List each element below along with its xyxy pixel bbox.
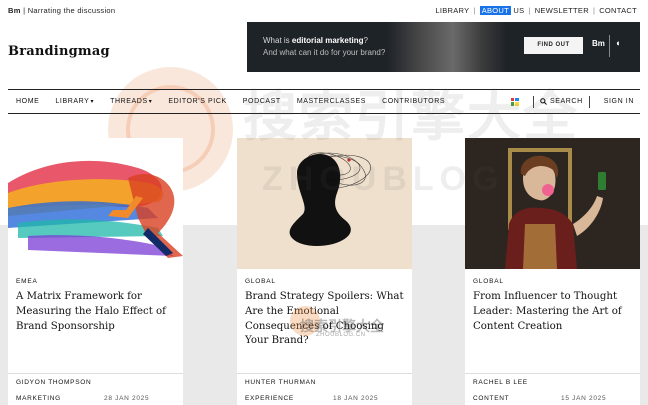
article-date: 18 JAN 2025 (333, 395, 379, 402)
article-title[interactable]: From Influencer to Thought Leader: Maste… (473, 290, 635, 334)
banner-headline: What is editorial marketing? (263, 36, 368, 45)
util-link-about-highlight: ABOUT (479, 6, 512, 15)
nav-editors-pick[interactable]: EDITOR'S PICK (160, 98, 234, 105)
article-meta: CONTENT 15 JAN 2025 (473, 395, 633, 402)
article-image (465, 138, 640, 269)
nav-home[interactable]: HOME (8, 98, 47, 105)
util-link-about[interactable]: ABOUT US (477, 6, 528, 15)
nav-threads[interactable]: THREADS ▾ (102, 98, 160, 105)
watermark-text: 搜索引擎大全 (243, 87, 579, 147)
article-author[interactable]: RACHEL B LEE (473, 379, 528, 386)
article-title[interactable]: A Matrix Framework for Measuring the Hal… (16, 290, 178, 334)
site-tagline: Bm | Narrating the discussion (8, 6, 115, 15)
banner-headline-prefix: What is (263, 36, 292, 45)
article-meta: MARKETING 28 JAN 2025 (16, 395, 176, 402)
nav-library[interactable]: LIBRARY ▾ (47, 98, 102, 105)
banner-headline-suffix: ? (363, 36, 368, 45)
article-category[interactable]: MARKETING (16, 395, 61, 402)
chevron-down-icon: ▾ (148, 99, 153, 105)
watermark-subtext: ZHOUBLOG (262, 160, 505, 198)
util-link-newsletter[interactable]: NEWSLETTER (532, 6, 592, 15)
article-category[interactable]: CONTENT (473, 395, 509, 402)
article-region: GLOBAL (473, 278, 504, 285)
top-utility-bar: Bm | Narrating the discussion LIBRARY | … (0, 0, 648, 22)
painted-runner-illustration (8, 160, 183, 258)
nav-threads-label: THREADS (110, 98, 148, 105)
banner-mark-icon: ◖ (615, 38, 621, 48)
sign-in-link[interactable]: SIGN IN (596, 98, 640, 105)
card-divider (465, 373, 640, 374)
nav-library-label: LIBRARY (55, 98, 90, 105)
util-link-contact[interactable]: CONTACT (596, 6, 640, 15)
banner-divider (609, 35, 610, 57)
brand-short: Bm (8, 6, 21, 15)
banner-ad[interactable]: What is editorial marketing? And what ca… (247, 22, 640, 72)
article-date: 15 JAN 2025 (561, 395, 607, 402)
util-link-library[interactable]: LIBRARY (432, 6, 472, 15)
article-author[interactable]: GIDYON THOMPSON (16, 379, 91, 386)
article-author[interactable]: HUNTER THURMAN (245, 379, 316, 386)
article-category[interactable]: EXPERIENCE (245, 395, 294, 402)
chevron-down-icon: ▾ (90, 99, 95, 105)
tagline-text: Narrating the discussion (27, 6, 116, 15)
article-card[interactable]: EMEA A Matrix Framework for Measuring th… (8, 138, 183, 405)
utility-links: LIBRARY | ABOUT US | NEWSLETTER | CONTAC… (432, 6, 640, 15)
article-image (237, 138, 412, 269)
article-region: GLOBAL (245, 278, 276, 285)
banner-brand-logo: Bm (592, 39, 605, 48)
banner-headline-bold: editorial marketing (291, 36, 364, 45)
banner-photo (387, 22, 507, 72)
article-date: 28 JAN 2025 (104, 395, 150, 402)
card-divider (8, 373, 183, 374)
site-logo[interactable]: Brandingmag (8, 44, 110, 59)
card-divider (237, 373, 412, 374)
nav-divider (588, 95, 590, 108)
find-out-button[interactable]: FIND OUT (524, 37, 583, 54)
silhouette-illustration (237, 138, 412, 269)
banner-subline: And what can it do for your brand? (263, 48, 386, 57)
article-image (8, 138, 183, 269)
article-meta: EXPERIENCE 18 JAN 2025 (245, 395, 405, 402)
small-watermark-subtext: ZHOUBLOG.CN (316, 332, 366, 338)
article-region: EMEA (16, 278, 38, 285)
portrait-frame-photo (465, 138, 640, 269)
